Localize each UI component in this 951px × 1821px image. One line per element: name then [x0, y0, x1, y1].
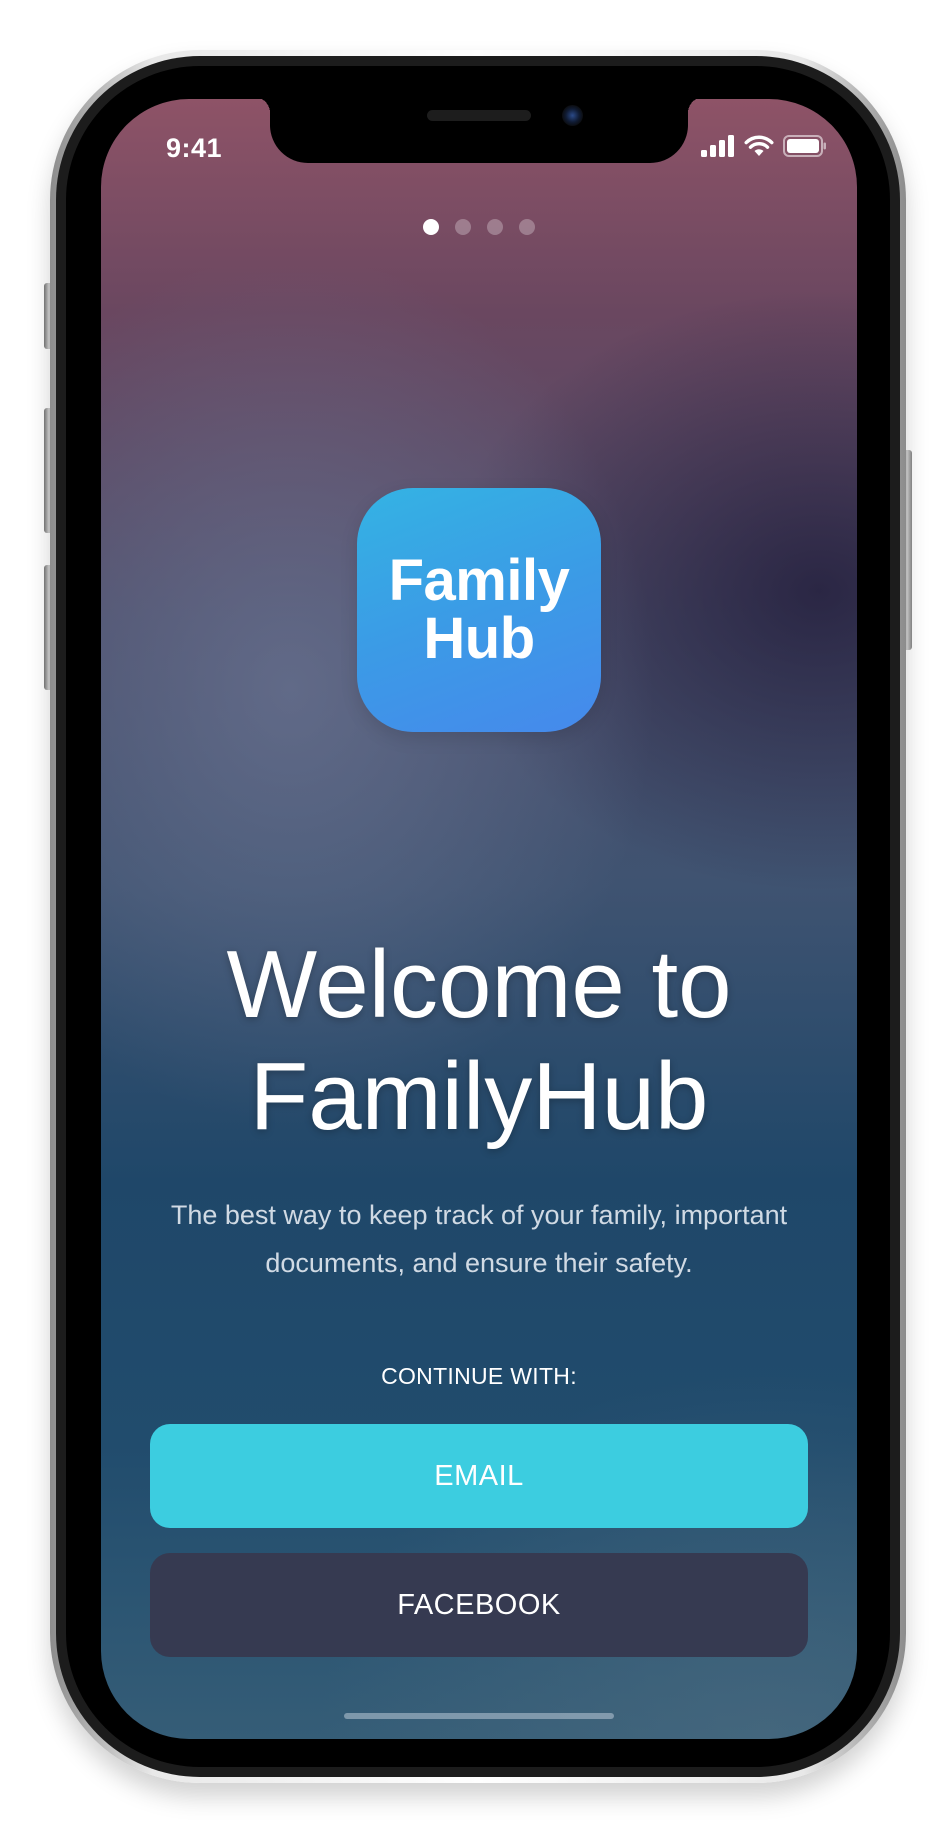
welcome-screen: 9:41 Family Hub Welcome to FamilyHub The…	[101, 99, 857, 1739]
page-dot[interactable]	[519, 219, 535, 235]
device-mockup: 9:41 Family Hub Welcome to FamilyHub The…	[0, 0, 951, 1821]
page-dot-active[interactable]	[423, 219, 439, 235]
continue-facebook-button[interactable]: FACEBOOK	[150, 1553, 808, 1657]
wifi-icon	[744, 135, 774, 156]
app-icon-text-line2: Hub	[423, 606, 535, 671]
continue-email-button[interactable]: EMAIL	[150, 1424, 808, 1528]
cellular-signal-icon	[701, 135, 734, 157]
continue-with-label: CONTINUE WITH:	[381, 1363, 577, 1389]
home-indicator[interactable]	[344, 1713, 614, 1719]
notch	[254, 99, 704, 163]
status-bar-icons	[701, 133, 827, 159]
page-indicator[interactable]	[101, 219, 857, 235]
earpiece-speaker	[427, 110, 531, 121]
status-bar-time: 9:41	[166, 133, 223, 163]
welcome-title-line2: FamilyHub	[249, 1043, 709, 1150]
welcome-subtitle: The best way to keep track of your famil…	[170, 1200, 788, 1278]
welcome-title: Welcome to FamilyHub	[101, 929, 857, 1153]
familyhub-app-icon: Family Hub	[357, 488, 601, 732]
battery-icon	[783, 135, 826, 157]
page-dot[interactable]	[487, 219, 503, 235]
welcome-title-line1: Welcome to	[226, 931, 732, 1038]
front-camera	[562, 105, 583, 126]
page-dot[interactable]	[455, 219, 471, 235]
app-icon-text-line1: Family	[388, 548, 570, 613]
